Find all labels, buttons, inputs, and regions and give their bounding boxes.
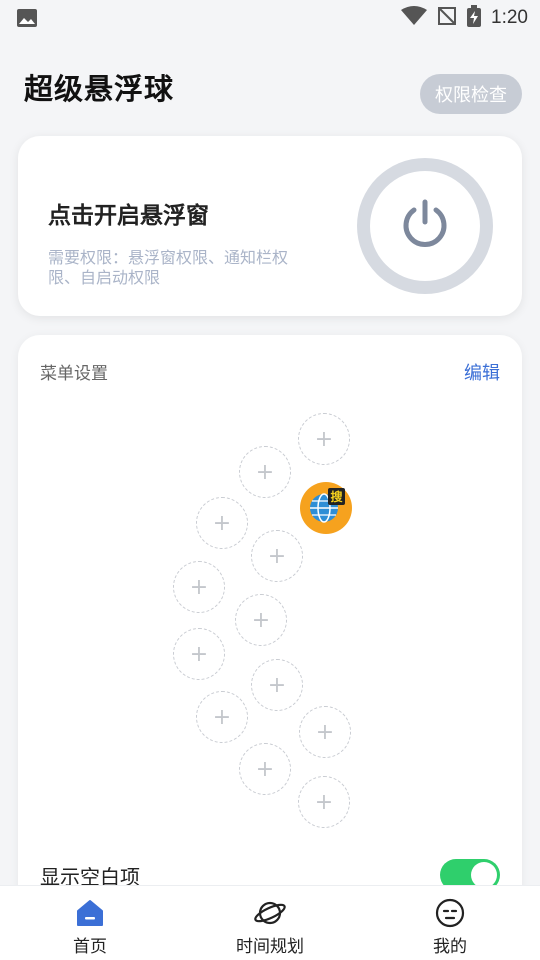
nav-item-mine[interactable]: 我的 <box>360 886 540 960</box>
battery-charging-icon <box>467 5 482 31</box>
plus-icon: + <box>255 756 275 782</box>
no-signal-icon <box>437 6 457 30</box>
status-bar: 1:20 <box>0 0 540 36</box>
app-badge-text: 搜 <box>330 489 343 504</box>
menu-slot-empty[interactable]: + <box>239 743 291 795</box>
power-icon <box>397 196 453 256</box>
plus-icon: + <box>189 641 209 667</box>
home-icon <box>73 896 107 930</box>
wifi-icon <box>401 6 428 30</box>
menu-slot-empty[interactable]: + <box>298 776 350 828</box>
menu-slot-empty[interactable]: + <box>299 706 351 758</box>
menu-settings-card: 菜单设置 编辑 + + 搜 + + + + + + + + + + 显示空白项 <box>18 335 522 935</box>
nav-item-home[interactable]: 首页 <box>0 886 180 960</box>
menu-slot-empty[interactable]: + <box>196 497 248 549</box>
menu-slot-empty[interactable]: + <box>298 413 350 465</box>
menu-slot-empty[interactable]: + <box>239 446 291 498</box>
menu-slot-empty[interactable]: + <box>235 594 287 646</box>
gallery-icon <box>16 8 38 32</box>
permission-check-button[interactable]: 权限检查 <box>420 74 522 114</box>
menu-slot-empty[interactable]: + <box>251 659 303 711</box>
plus-icon: + <box>267 672 287 698</box>
plus-icon: + <box>315 719 335 745</box>
plus-icon: + <box>267 543 287 569</box>
page-title: 超级悬浮球 <box>24 72 175 106</box>
enable-floating-title: 点击开启悬浮窗 <box>48 203 209 229</box>
globe-search-icon: 搜 <box>306 486 346 530</box>
menu-slot-search-app[interactable]: 搜 <box>300 482 352 534</box>
floating-window-card[interactable]: 点击开启悬浮窗 需要权限：悬浮窗权限、通知栏权限、自启动权限 <box>18 136 522 316</box>
status-time: 1:20 <box>491 7 528 28</box>
plus-icon: + <box>314 426 334 452</box>
planet-icon <box>253 896 287 930</box>
nav-label-mine: 我的 <box>433 937 467 957</box>
plus-icon: + <box>212 510 232 536</box>
menu-settings-title: 菜单设置 <box>40 364 108 384</box>
nav-label-home: 首页 <box>73 937 107 957</box>
plus-icon: + <box>189 574 209 600</box>
power-button[interactable] <box>357 158 493 294</box>
face-icon <box>433 896 467 930</box>
menu-slot-empty[interactable]: + <box>251 530 303 582</box>
bottom-nav: 首页 时间规划 我的 <box>0 885 540 960</box>
nav-item-time-planning[interactable]: 时间规划 <box>180 886 360 960</box>
permission-description: 需要权限：悬浮窗权限、通知栏权限、自启动权限 <box>48 248 289 287</box>
plus-icon: + <box>314 789 334 815</box>
menu-slot-empty[interactable]: + <box>173 628 225 680</box>
nav-label-time-planning: 时间规划 <box>236 937 304 957</box>
edit-button[interactable]: 编辑 <box>464 359 500 385</box>
plus-icon: + <box>255 459 275 485</box>
plus-icon: + <box>212 704 232 730</box>
menu-slot-empty[interactable]: + <box>173 561 225 613</box>
plus-icon: + <box>251 607 271 633</box>
menu-slot-empty[interactable]: + <box>196 691 248 743</box>
